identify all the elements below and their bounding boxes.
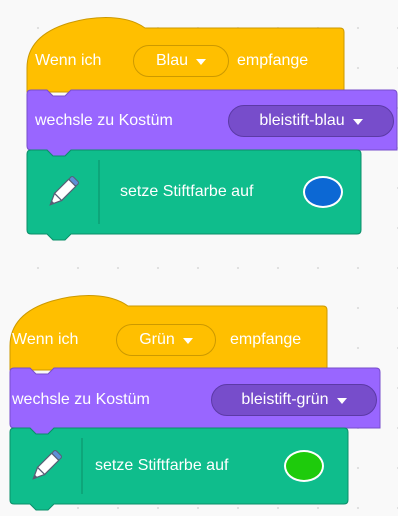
chevron-down-icon [182, 338, 193, 344]
hat-label-suffix: empfange [237, 52, 309, 69]
hat-label-prefix: Wenn ich [35, 52, 102, 69]
costume-dropdown-value: bleistift-blau [259, 112, 345, 129]
costume-dropdown[interactable]: bleistift-blau [228, 105, 394, 137]
hat-label-prefix: Wenn ich [12, 331, 79, 348]
pen-color-swatch[interactable] [303, 176, 343, 208]
pen-color-label: setze Stiftfarbe auf [95, 457, 229, 474]
pen-icon [49, 176, 79, 206]
message-dropdown[interactable]: Blau [133, 45, 229, 77]
message-dropdown[interactable]: Grün [116, 324, 216, 356]
pen-icon [32, 450, 62, 480]
message-dropdown-value: Blau [155, 52, 189, 69]
costume-label: wechsle zu Kostüm [35, 112, 173, 129]
pen-color-label: setze Stiftfarbe auf [120, 183, 254, 200]
costume-dropdown-value: bleistift-grün [241, 391, 329, 408]
message-dropdown-value: Grün [139, 331, 175, 348]
costume-label: wechsle zu Kostüm [12, 391, 150, 408]
chevron-down-icon [336, 398, 347, 404]
hat-label-suffix: empfange [230, 331, 302, 348]
pen-color-swatch[interactable] [284, 450, 324, 482]
chevron-down-icon [196, 59, 207, 65]
chevron-down-icon [352, 119, 363, 125]
costume-dropdown[interactable]: bleistift-grün [211, 384, 377, 416]
